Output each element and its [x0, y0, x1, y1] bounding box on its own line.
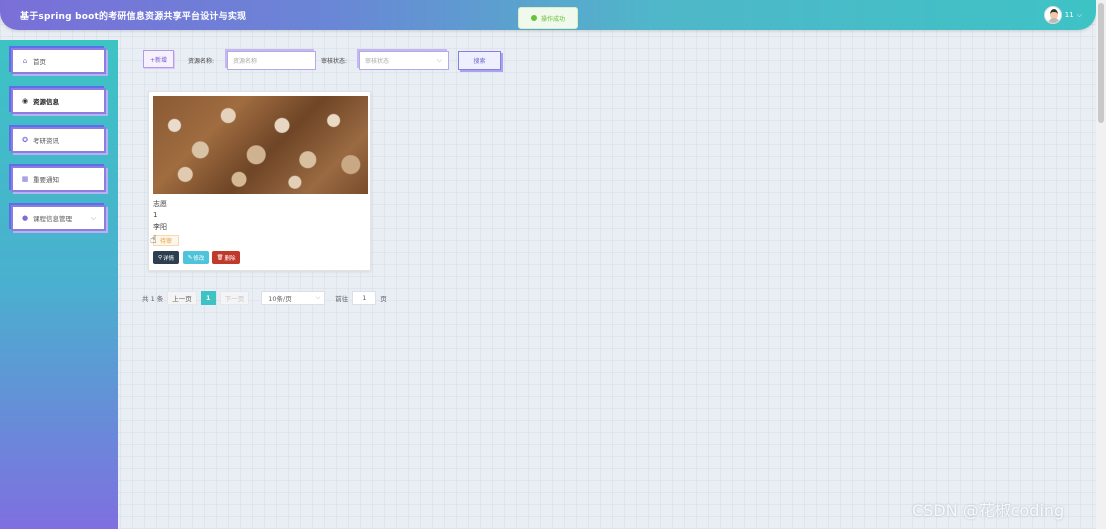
app-title: 基于spring boot的考研信息资源共享平台设计与实现: [20, 12, 247, 22]
search-button[interactable]: 搜索: [458, 51, 501, 70]
chevron-down-icon[interactable]: ⌵: [1077, 11, 1082, 20]
page-size-select[interactable]: 10条/页 ⌵: [261, 291, 326, 305]
edit-button-label: 修改: [193, 255, 205, 262]
status-label: 审核状态:: [321, 58, 348, 65]
chevron-down-icon: ⌵: [90, 213, 96, 222]
top-header: 基于spring boot的考研信息资源共享平台设计与实现 操作成功 11 ⌵: [0, 0, 1096, 30]
vertical-scrollbar[interactable]: [1096, 0, 1106, 529]
status-select-placeholder: 审核状态: [365, 58, 390, 65]
total-count: 共 1 条: [142, 295, 164, 303]
success-icon: [530, 15, 537, 21]
info-icon: ✪: [22, 136, 28, 144]
sidebar-item-news[interactable]: ✪ 考研资讯: [11, 127, 106, 153]
resource-icon: ◉: [21, 97, 29, 105]
delete-button[interactable]: 🗑 删除: [212, 251, 240, 264]
sidebar-item-label: 首页: [33, 58, 46, 66]
sidebar-item-label: 重要通知: [33, 176, 59, 184]
resource-card: 志愿 1 李阳 待审 ⚲ 详情 ✎ 修改 🗑 删除: [148, 91, 371, 271]
avatar[interactable]: [1043, 6, 1062, 24]
sidebar-item-home[interactable]: ⌂ 首页: [11, 48, 106, 74]
hand-cursor-icon: ☝: [150, 233, 157, 246]
status-badge: 待审: [153, 235, 179, 246]
page-size-value: 10条/页: [268, 295, 292, 303]
page-suffix: 页: [380, 295, 387, 303]
chevron-down-icon: ⌵: [436, 56, 442, 64]
edit-button[interactable]: ✎ 修改: [183, 251, 209, 264]
chevron-down-icon: ⌵: [315, 294, 321, 301]
resource-name-label: 资源名称:: [188, 58, 215, 65]
scrollbar-thumb[interactable]: [1098, 3, 1104, 123]
notice-icon: ▦: [21, 175, 29, 183]
sidebar-item-course-management[interactable]: ● 课程信息管理 ⌵: [11, 205, 106, 231]
csdn-watermark: CSDN @花椒coding: [912, 501, 1065, 520]
sidebar-item-notices[interactable]: ▦ 重要通知: [11, 166, 106, 192]
user-menu[interactable]: 11 ⌵: [1043, 6, 1082, 24]
page-number-current[interactable]: 1: [200, 291, 216, 305]
card-title: 志愿: [153, 200, 167, 208]
search-icon: ⚲: [157, 254, 162, 261]
toast-message: 操作成功: [540, 15, 565, 23]
delete-button-label: 删除: [224, 255, 236, 262]
goto-label: 前往: [335, 295, 349, 303]
username[interactable]: 11: [1065, 11, 1074, 19]
next-page-button[interactable]: 下一页: [219, 291, 250, 305]
resource-image: [153, 96, 368, 194]
success-toast: 操作成功: [518, 7, 578, 29]
sidebar-item-resources[interactable]: ◉ 资源信息: [11, 88, 106, 114]
detail-button[interactable]: ⚲ 详情: [153, 251, 179, 264]
status-select[interactable]: 审核状态 ⌵: [359, 51, 449, 70]
detail-button-label: 详情: [163, 255, 175, 262]
course-icon: ●: [21, 214, 29, 222]
sidebar-item-label: 考研资讯: [33, 137, 59, 145]
edit-icon: ✎: [187, 254, 193, 261]
resource-name-input[interactable]: 资源名称: [227, 51, 316, 70]
home-icon: ⌂: [22, 57, 28, 65]
sidebar-item-label: 课程信息管理: [33, 215, 72, 223]
sidebar-item-label: 资源信息: [33, 98, 59, 106]
pagination: 共 1 条 上一页 1 下一页 10条/页 ⌵ 前往 1 页: [142, 291, 387, 305]
card-author: 李阳: [153, 223, 167, 231]
card-value: 1: [153, 211, 158, 219]
prev-page-button[interactable]: 上一页: [167, 291, 197, 305]
add-button[interactable]: +新增: [143, 50, 174, 68]
goto-page-input[interactable]: 1: [352, 291, 377, 305]
sidebar: ⌂ 首页 ◉ 资源信息 ✪ 考研资讯 ▦ 重要通知 ● 课程信息管理 ⌵: [0, 40, 118, 529]
trash-icon: 🗑: [216, 254, 224, 261]
